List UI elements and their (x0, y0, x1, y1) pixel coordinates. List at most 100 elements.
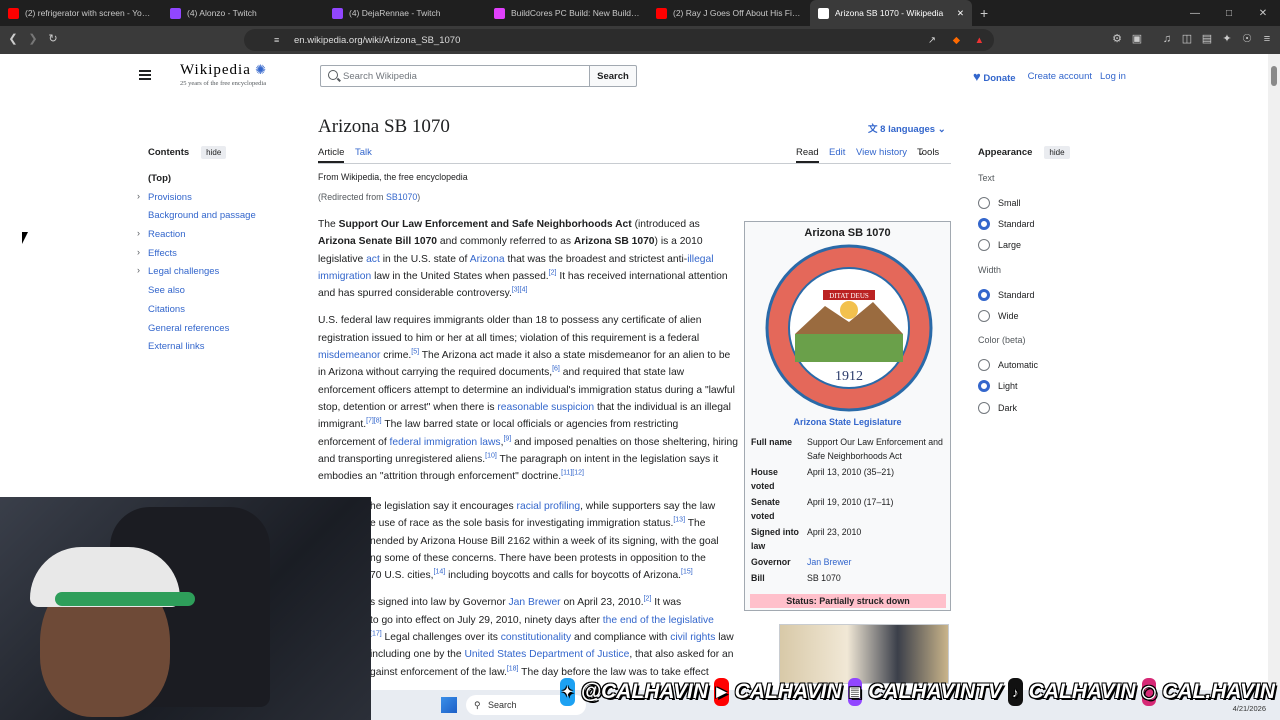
radio-button[interactable] (978, 309, 990, 322)
browser-tab[interactable]: BuildCores PC Build: New Build (Clon (486, 0, 648, 26)
screenshot-icon[interactable]: ▣ (1130, 32, 1144, 46)
wallet-icon[interactable]: ▤ (1200, 32, 1214, 46)
table-of-contents: Contents hide (Top) › Provisions Background … (137, 146, 298, 360)
user-links: ♥ Donate Create account Log in (973, 69, 1126, 84)
create-account-link[interactable]: Create account (1028, 71, 1092, 82)
redirect-note: (Redirected from SB1070) (318, 192, 421, 202)
search-input[interactable]: Search Wikipedia (320, 65, 590, 87)
browser-tab[interactable]: (4) Alonzo - Twitch (162, 0, 324, 26)
toc-hide-button[interactable]: hide (201, 146, 227, 159)
sidebar-icon[interactable]: ◫ (1180, 32, 1194, 46)
toc-item[interactable]: General references (148, 323, 298, 342)
width-label: Width (978, 264, 1002, 275)
toc-item[interactable]: › Legal challenges (137, 265, 298, 285)
chevron-right-icon[interactable]: › (137, 228, 140, 238)
tab-history[interactable]: View history (856, 147, 907, 158)
radio-button[interactable] (978, 401, 990, 414)
radio-button[interactable] (978, 380, 990, 393)
chevron-right-icon[interactable]: › (137, 191, 140, 201)
toc-item[interactable]: Citations (148, 304, 298, 323)
infobox-value: April 19, 2010 (17–11) (807, 497, 894, 507)
width-option[interactable]: Standard (978, 284, 1128, 305)
appearance-hide-button[interactable]: hide (1044, 146, 1070, 159)
radio-label: Large (998, 240, 1022, 251)
infobox-row: Signed into law April 23, 2010 (749, 524, 947, 554)
paragraph-signing: s signed into law by Governor Jan Brewer… (370, 596, 734, 678)
browser-tab[interactable]: (2) Ray J Goes Off About His Fight W (648, 0, 810, 26)
chevron-right-icon[interactable]: › (137, 247, 140, 257)
share-icon[interactable]: ↗ (928, 35, 936, 46)
arizona-seal-image[interactable]: DITAT DEUS 1912 (765, 244, 933, 412)
brave-shield-icon[interactable]: ◆ (953, 35, 960, 46)
extensions-icon[interactable]: ⚙ (1110, 32, 1124, 46)
color-option[interactable]: Dark (978, 397, 1128, 418)
width-option[interactable]: Wide (978, 305, 1128, 326)
radio-button[interactable] (978, 196, 990, 209)
main-menu-icon[interactable] (139, 70, 151, 80)
toc-item-label: Reaction (148, 229, 186, 241)
toc-item[interactable]: See also (148, 285, 298, 304)
color-option[interactable]: Light (978, 376, 1128, 397)
toc-item[interactable]: Background and passage (148, 210, 298, 229)
media-icon[interactable]: ♫ (1160, 32, 1174, 46)
tab-favicon-icon (8, 7, 19, 19)
vpn-icon[interactable]: ☉ (1240, 32, 1254, 46)
toc-item[interactable]: (Top) (148, 173, 298, 192)
chevron-right-icon[interactable]: › (137, 265, 140, 275)
twitter-handle: @CALHAVIN (580, 680, 709, 703)
browser-tab[interactable]: (4) DejaRennae - Twitch (324, 0, 486, 26)
appearance-panel: Appearance hide Text Small Standard Large W… (978, 146, 1128, 418)
windows-start-icon[interactable] (441, 697, 457, 713)
search-button[interactable]: Search (589, 65, 637, 87)
toc-item[interactable]: › Provisions (137, 191, 298, 211)
toc-item[interactable]: External links (148, 341, 298, 360)
tab-read[interactable]: Read (796, 147, 819, 163)
radio-button[interactable] (978, 288, 990, 301)
text-size-option[interactable]: Large (978, 235, 1128, 256)
close-tab-icon[interactable]: ✕ (957, 8, 964, 19)
radio-button[interactable] (978, 217, 990, 230)
minimize-icon[interactable]: — (1178, 8, 1212, 19)
color-option[interactable]: Automatic (978, 354, 1128, 375)
article-body-continued: he legislation say it encourages racial … (370, 498, 760, 691)
close-window-icon[interactable]: ✕ (1246, 8, 1280, 19)
radio-button[interactable] (978, 239, 990, 252)
browser-tab[interactable]: Arizona SB 1070 - Wikipedia ✕ (810, 0, 972, 26)
redirect-link[interactable]: SB1070 (386, 192, 417, 202)
donate-link[interactable]: ♥ Donate (973, 69, 1016, 84)
heart-icon: ♥ (973, 69, 981, 84)
wikipedia-logo[interactable]: Wikipedia ✺ 25 years of the free encyclo… (180, 62, 267, 87)
url-text: en.wikipedia.org/wiki/Arizona_SB_1070 (294, 34, 461, 46)
page-scrollbar[interactable] (1268, 54, 1280, 720)
radio-label: Standard (998, 218, 1035, 229)
reload-icon[interactable]: ↻ (46, 32, 60, 46)
legislature-link[interactable]: Arizona State Legislature (745, 417, 950, 427)
infobox-table: Full name Support Our Law Enforcement and… (749, 434, 947, 586)
tab-article[interactable]: Article (318, 147, 345, 163)
text-size-option[interactable]: Standard (978, 213, 1128, 234)
url-field[interactable]: ≡ en.wikipedia.org/wiki/Arizona_SB_1070 … (244, 29, 994, 51)
rewards-icon[interactable]: ▲ (975, 35, 984, 46)
leo-icon[interactable]: ✦ (1220, 32, 1234, 46)
infobox-value: April 13, 2010 (35–21) (807, 467, 895, 477)
back-icon[interactable]: ❮ (6, 32, 20, 46)
new-tab-icon[interactable]: + (972, 5, 996, 21)
text-size-option[interactable]: Small (978, 192, 1128, 213)
maximize-icon[interactable]: □ (1212, 8, 1246, 19)
login-link[interactable]: Log in (1100, 71, 1126, 82)
toc-item[interactable]: › Effects (137, 247, 298, 267)
tab-tools[interactable]: Tools ⌄ (917, 147, 939, 158)
radio-button[interactable] (978, 359, 990, 372)
infobox-row: Full name Support Our Law Enforcement and… (749, 434, 947, 464)
forward-icon[interactable]: ❯ (26, 32, 40, 46)
toc-item[interactable]: › Reaction (137, 228, 298, 248)
browser-tab[interactable]: (2) refrigerator with screen - YouTube (0, 0, 162, 26)
infobox-value: SB 1070 (807, 573, 841, 583)
site-info-icon[interactable]: ≡ (274, 35, 279, 45)
search-placeholder: Search Wikipedia (343, 70, 417, 82)
infobox-value[interactable]: Jan Brewer (805, 554, 947, 570)
tab-talk[interactable]: Talk (355, 147, 372, 158)
languages-button[interactable]: 文 8 languages ⌄ (868, 121, 946, 135)
tab-edit[interactable]: Edit (829, 147, 845, 158)
menu-icon[interactable]: ≡ (1260, 32, 1274, 46)
